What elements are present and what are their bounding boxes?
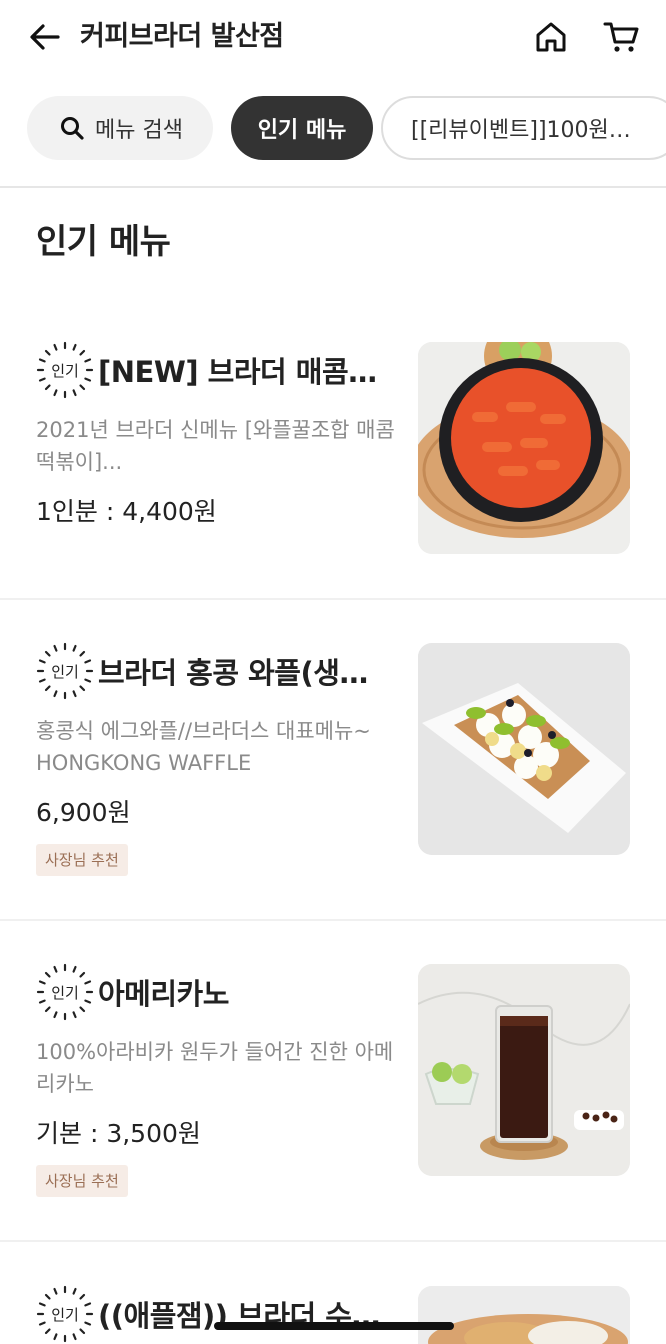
store-title: 커피브라더 발산점 — [80, 21, 284, 52]
owner-recommend-badge: 사장님 추천 — [36, 1165, 128, 1197]
category-chip-bar: 메뉴 검색 인기 메뉴 [[리뷰이벤트]]100원… — [0, 96, 666, 162]
menu-item-description: 100%아라비카 원두가 들어간 진한 아메리카노 — [36, 1040, 394, 1096]
menu-item-image — [418, 643, 630, 855]
menu-item-name: 아메리카노 — [98, 977, 229, 1011]
menu-item-description: 2021년 브라더 신메뉴 [와플꿀조합 매콤 떡볶이]... — [36, 418, 395, 474]
menu-search-label: 메뉴 검색 — [95, 118, 183, 143]
search-icon — [59, 115, 85, 141]
svg-text:인기: 인기 — [51, 663, 79, 681]
menu-item[interactable]: 인기 아메리카노 100%아라비카 원두가 들어간 진한 아메리카노 기본 : … — [0, 963, 666, 1284]
menu-item-price: 6,900원 — [36, 798, 131, 827]
svg-text:인기: 인기 — [51, 1306, 79, 1324]
home-indicator — [214, 1322, 454, 1330]
svg-text:인기: 인기 — [51, 362, 79, 380]
menu-item[interactable]: 인기 브라더 홍콩 와플(생… 홍콩식 에그와플//브라더스 대표메뉴~ HON… — [0, 642, 666, 963]
item-divider — [0, 919, 666, 921]
section-title: 인기 메뉴 — [36, 222, 171, 262]
home-icon — [536, 22, 566, 52]
review-event-chip[interactable]: [[리뷰이벤트]]100원… — [381, 96, 666, 160]
menu-item-price: 기본 : 3,500원 — [36, 1119, 201, 1148]
menu-search-chip[interactable]: 메뉴 검색 — [27, 96, 213, 160]
popular-badge-icon: 인기 — [36, 963, 94, 1021]
menu-item[interactable]: 인기 [NEW] 브라더 매콤… 2021년 브라더 신메뉴 [와플꿀조합 매콤… — [0, 341, 666, 662]
chip-divider — [0, 186, 666, 188]
back-button[interactable] — [24, 16, 66, 58]
svg-text:인기: 인기 — [51, 984, 79, 1002]
menu-item-name: 브라더 홍콩 와플(생… — [98, 656, 368, 690]
top-bar: 커피브라더 발산점 — [0, 0, 666, 80]
owner-recommend-badge: 사장님 추천 — [36, 844, 128, 876]
menu-item-price: 1인분 : 4,400원 — [36, 497, 217, 526]
popular-menu-chip[interactable]: 인기 메뉴 — [231, 96, 373, 160]
menu-item-name-row: 인기 [NEW] 브라더 매콤… — [36, 341, 396, 399]
popular-badge-icon: 인기 — [36, 341, 94, 399]
menu-item-description: 홍콩식 에그와플//브라더스 대표메뉴~ HONGKONG WAFFLE — [36, 719, 371, 775]
menu-item[interactable]: 인기 ((애플잼)) 브라더 수… — [0, 1285, 666, 1344]
menu-item-name-row: 인기 브라더 홍콩 와플(생… — [36, 642, 396, 700]
menu-item-name-row: 인기 ((애플잼)) 브라더 수… — [36, 1285, 396, 1343]
home-button[interactable] — [530, 16, 572, 58]
back-arrow-icon — [30, 24, 60, 50]
menu-item-name: [NEW] 브라더 매콤… — [98, 355, 377, 389]
cart-icon — [603, 22, 639, 52]
cart-button[interactable] — [600, 16, 642, 58]
menu-item-name-row: 인기 아메리카노 — [36, 963, 396, 1021]
item-divider — [0, 598, 666, 600]
popular-badge-icon: 인기 — [36, 642, 94, 700]
menu-item-image — [418, 964, 630, 1176]
menu-item-image — [418, 342, 630, 554]
menu-item-image — [418, 1286, 630, 1344]
item-divider — [0, 1240, 666, 1242]
popular-badge-icon: 인기 — [36, 1285, 94, 1343]
